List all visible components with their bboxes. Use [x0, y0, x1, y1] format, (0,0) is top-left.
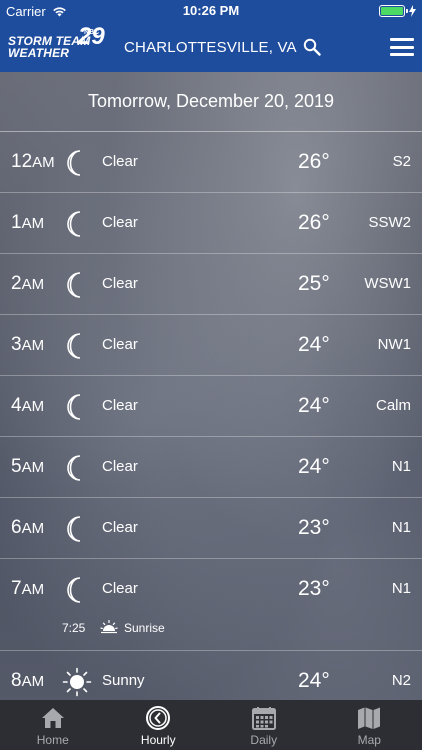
hour-label: 2AM [11, 273, 45, 294]
temperature: 26° [298, 211, 330, 234]
wind: S2 [392, 153, 411, 170]
condition-label: Clear [102, 580, 138, 597]
tab-map[interactable]: Map [317, 700, 422, 750]
temperature: 24° [298, 333, 330, 356]
hour-row[interactable]: 1AM Clear 26° SSW2 [0, 193, 422, 254]
moon-icon [67, 333, 81, 359]
tab-home[interactable]: Home [0, 700, 106, 750]
tab-daily[interactable]: Daily [211, 700, 317, 750]
storm-team-logo[interactable]: STORM TEAM WEATHER NBC 29 [8, 25, 108, 60]
tab-label: Map [357, 733, 381, 747]
condition-label: Clear [102, 519, 138, 536]
condition-label: Clear [102, 153, 138, 170]
temperature: 23° [298, 577, 330, 600]
hour-label: 5AM [11, 456, 45, 477]
wind: N1 [391, 519, 411, 536]
condition-label: Clear [102, 458, 138, 475]
battery-icon [379, 5, 408, 17]
sunrise-icon [100, 620, 118, 634]
hour-label: 7AM [11, 578, 45, 599]
hour-label: 1AM [11, 212, 45, 233]
moon-icon [67, 211, 81, 237]
wind: N1 [391, 458, 411, 475]
calendar-icon [251, 707, 276, 730]
hour-row[interactable]: 12AM Clear 26° S2 [0, 132, 422, 193]
moon-icon [67, 394, 81, 420]
temperature: 24° [298, 455, 330, 478]
condition-label: Clear [102, 214, 138, 231]
temperature: 24° [298, 394, 330, 417]
temperature: 25° [298, 272, 330, 295]
wind: N1 [391, 580, 411, 597]
hourly-list: 12AM Clear 26° S2 1AM Clear 26° SSW2 2AM… [0, 132, 422, 712]
wind: N2 [391, 672, 411, 689]
hour-row[interactable]: 5AM Clear 24° N1 [0, 437, 422, 498]
hour-label: 8AM [11, 670, 45, 691]
sunrise-label: Sunrise [124, 621, 165, 635]
moon-icon [67, 516, 81, 542]
condition-label: Clear [102, 275, 138, 292]
hour-label: 6AM [11, 517, 45, 538]
moon-icon [67, 455, 81, 481]
hour-row[interactable]: 4AM Clear 24° Calm [0, 376, 422, 437]
home-icon [41, 708, 64, 728]
condition-label: Clear [102, 336, 138, 353]
moon-icon [67, 577, 81, 603]
menu-icon[interactable] [390, 38, 414, 56]
hour-row[interactable]: 7AM Clear 23° N1 7:25 Sunrise [0, 559, 422, 651]
hour-row[interactable]: 2AM Clear 25° WSW1 [0, 254, 422, 315]
hour-row[interactable]: 6AM Clear 23° N1 [0, 498, 422, 559]
location-label[interactable]: CHARLOTTESVILLE, VA [124, 39, 297, 56]
tab-label: Home [36, 733, 69, 747]
sunrise-time: 7:25 [62, 621, 86, 635]
tab-hourly[interactable]: Hourly [106, 700, 212, 750]
wind: Calm [375, 397, 411, 414]
hour-row[interactable]: 3AM Clear 24° NW1 [0, 315, 422, 376]
tab-bar: Home Hourly Daily Map [0, 700, 422, 750]
moon-icon [67, 272, 81, 298]
tab-label: Daily [250, 733, 278, 747]
temperature: 23° [298, 516, 330, 539]
wind: SSW2 [368, 214, 411, 231]
wind: NW1 [377, 336, 411, 353]
sun-icon [62, 667, 92, 697]
clock-icon [146, 706, 171, 730]
app-header: STORM TEAM WEATHER NBC 29 CHARLOTTESVILL… [0, 22, 422, 72]
condition-label: Sunny [102, 672, 145, 689]
logo-channel: 29 [78, 23, 105, 50]
hour-label: 3AM [11, 334, 45, 355]
temperature: 26° [298, 150, 330, 173]
status-time: 10:26 PM [182, 3, 240, 18]
sunrise-event: 7:25 Sunrise [62, 619, 165, 637]
hour-label: 12AM [11, 151, 55, 172]
date-title: Tomorrow, December 20, 2019 [0, 72, 422, 132]
hour-label: 4AM [11, 395, 45, 416]
status-bar: Carrier 10:26 PM [0, 0, 422, 22]
search-icon[interactable] [303, 38, 321, 56]
condition-label: Clear [102, 397, 138, 414]
temperature: 24° [298, 669, 330, 692]
moon-icon [67, 150, 81, 176]
map-icon [358, 707, 381, 729]
tab-label: Hourly [140, 733, 176, 747]
wind: WSW1 [364, 275, 411, 292]
